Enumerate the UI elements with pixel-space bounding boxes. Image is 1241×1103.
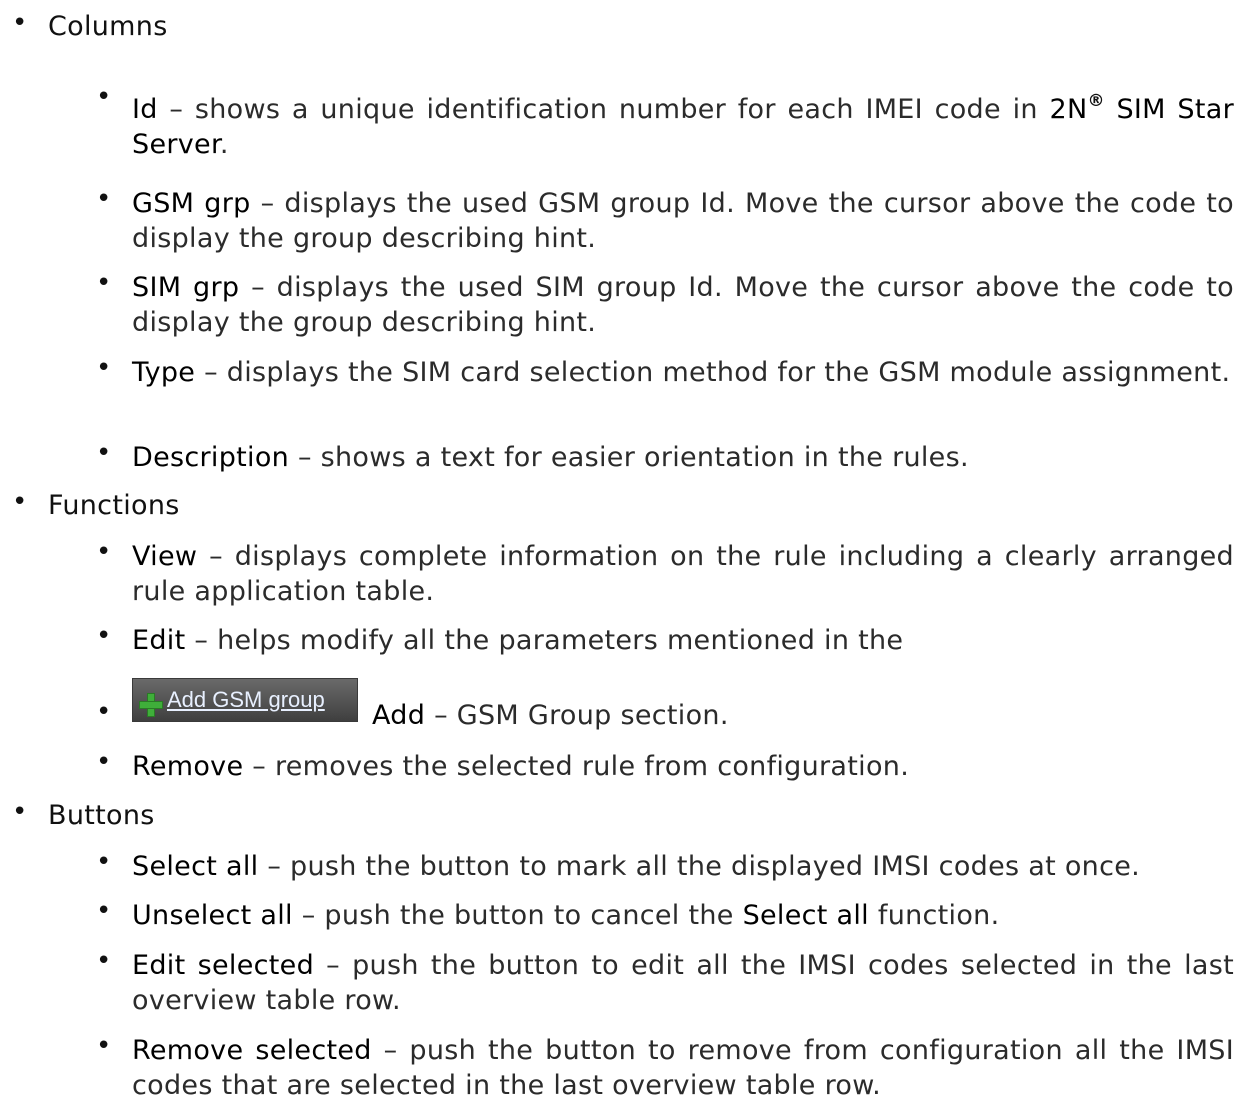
bullet-icon: • xyxy=(12,8,28,38)
term-label: Type xyxy=(132,357,196,388)
term-label: View xyxy=(132,541,198,572)
list-item-unselect-all: • Unselect all – push the button to canc… xyxy=(96,896,1234,933)
list-item-id: • Id – shows a unique identification num… xyxy=(96,82,1234,162)
term-label: SIM grp xyxy=(132,272,240,303)
add-gsm-group-link[interactable]: Add GSM group xyxy=(167,687,325,713)
section-functions: • Functions xyxy=(12,487,1198,523)
section-heading: Columns xyxy=(48,11,168,42)
bullet-icon: • xyxy=(96,537,112,567)
section-heading: Buttons xyxy=(48,800,155,831)
section-heading: Functions xyxy=(48,490,180,521)
section-columns: • Columns xyxy=(12,8,1198,44)
list-item-type: • Type – displays the SIM card selection… xyxy=(96,353,1234,390)
document-page: • Columns • Id – shows a unique identifi… xyxy=(0,0,1241,1101)
term-reference: Select all xyxy=(742,900,869,931)
list-item-remove-selected: • Remove selected – push the button to r… xyxy=(96,1031,1234,1103)
bullet-icon: • xyxy=(96,353,112,383)
list-item-view: • View – displays complete information o… xyxy=(96,537,1234,609)
term-label: Unselect all xyxy=(132,900,293,931)
bullet-icon: • xyxy=(96,747,112,777)
term-label: Id xyxy=(132,94,158,125)
term-label: GSM grp xyxy=(132,188,251,219)
list-item-edit: • Edit – helps modify all the parameters… xyxy=(96,621,1234,658)
term-label: Edit xyxy=(132,625,186,656)
list-item-description: • Description – shows a text for easier … xyxy=(96,438,1234,475)
term-description: – displays the SIM card selection method… xyxy=(195,357,1231,388)
list-item-remove: • Remove – removes the selected rule fro… xyxy=(96,747,1234,784)
bullet-icon: • xyxy=(96,438,112,468)
registered-mark: ® xyxy=(1087,91,1105,111)
bullet-icon: • xyxy=(12,487,28,517)
term-label: Remove selected xyxy=(132,1035,372,1066)
bullet-icon: • xyxy=(96,847,112,877)
bullet-icon: • xyxy=(96,621,112,651)
term-description-tail: function. xyxy=(869,900,1000,931)
section-buttons: • Buttons xyxy=(12,797,1198,833)
bullet-icon: • xyxy=(96,896,112,926)
list-item-edit-selected: • Edit selected – push the button to edi… xyxy=(96,946,1234,1018)
brand-name: 2N xyxy=(1049,94,1088,125)
term-description: – displays the used SIM group Id. Move t… xyxy=(132,272,1234,338)
add-gsm-group-button[interactable]: Add GSM group xyxy=(132,678,358,722)
term-description: – helps modify all the parameters mentio… xyxy=(185,625,904,656)
term-label: Select all xyxy=(132,851,259,882)
bullet-icon: • xyxy=(96,946,112,976)
list-item-sim-grp: • SIM grp – displays the used SIM group … xyxy=(96,268,1234,340)
term-description: – displays the used GSM group Id. Move t… xyxy=(132,188,1234,254)
term-description: – removes the selected rule from configu… xyxy=(243,751,910,782)
list-item-select-all: • Select all – push the button to mark a… xyxy=(96,847,1234,884)
term-description: – displays complete information on the r… xyxy=(132,541,1234,607)
punctuation: . xyxy=(219,129,229,160)
bullet-icon: • xyxy=(96,1031,112,1061)
term-description: – push the button to mark all the displa… xyxy=(258,851,1141,882)
term-description: – push the button to cancel the xyxy=(292,900,743,931)
term-description: – GSM Group section. xyxy=(425,700,729,731)
bullet-icon: • xyxy=(96,184,112,214)
plus-icon xyxy=(139,693,163,717)
term-label: Add xyxy=(372,700,426,731)
term-label: Description xyxy=(132,442,290,473)
term-description: – shows a text for easier orientation in… xyxy=(289,442,969,473)
term-label: Remove xyxy=(132,751,244,782)
list-item-add: Add – GSM Group section. xyxy=(372,698,729,733)
bullet-icon: • xyxy=(12,797,28,827)
bullet-icon: • xyxy=(96,268,112,298)
list-item-gsm-grp: • GSM grp – displays the used GSM group … xyxy=(96,184,1234,256)
term-label: Edit selected xyxy=(132,950,315,981)
term-description: – shows a unique identification number f… xyxy=(157,94,1050,125)
bullet-icon: • xyxy=(96,82,112,112)
bullet-icon: • xyxy=(96,697,112,727)
